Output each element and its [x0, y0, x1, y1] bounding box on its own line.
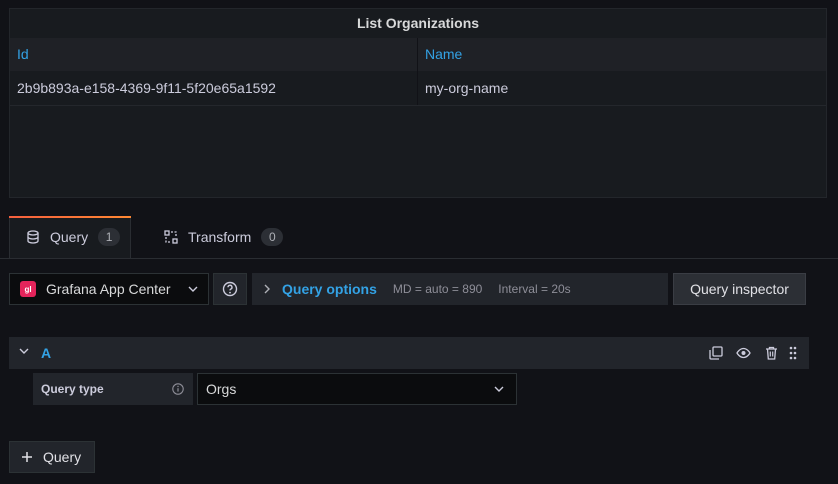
info-circle-icon[interactable]: [172, 383, 184, 395]
table-panel: List Organizations Id Name 2b9b893a-e158…: [9, 8, 827, 198]
question-circle-icon: [222, 281, 238, 297]
chevron-down-icon: [494, 386, 504, 392]
query-row-header: A: [9, 337, 809, 369]
cell-name: my-org-name: [425, 80, 509, 96]
column-header-name[interactable]: Name: [425, 38, 462, 71]
datasource-name: Grafana App Center: [46, 281, 171, 297]
query-options[interactable]: Query options MD = auto = 890 Interval =…: [252, 273, 668, 305]
duplicate-query-icon[interactable]: [709, 346, 723, 360]
query-type-label-text: Query type: [41, 382, 104, 396]
drag-handle-icon[interactable]: [789, 346, 797, 360]
max-data-points-info: MD = auto = 890: [392, 282, 483, 296]
database-icon: [26, 230, 40, 244]
tab-transform[interactable]: Transform 0: [147, 216, 297, 258]
cell-id: 2b9b893a-e158-4369-9f11-5f20e65a1592: [17, 80, 276, 96]
toggle-visibility-eye-icon[interactable]: [736, 346, 751, 360]
plus-icon: [21, 451, 33, 463]
add-query-label: Query: [43, 449, 82, 465]
tab-query-count: 1: [98, 228, 121, 246]
column-header-id[interactable]: Id: [17, 38, 29, 71]
tab-transform-label: Transform: [188, 229, 252, 245]
datasource-picker[interactable]: gl Grafana App Center: [9, 273, 209, 305]
tab-query[interactable]: Query 1: [9, 216, 131, 258]
tabs-divider: [0, 258, 838, 259]
query-type-select[interactable]: Orgs: [197, 373, 517, 405]
query-ref-id[interactable]: A: [41, 345, 51, 361]
tab-query-label: Query: [50, 229, 89, 245]
table-header: Id Name: [10, 38, 826, 71]
query-options-label: Query options: [282, 281, 377, 297]
datasource-help-button[interactable]: [213, 273, 247, 305]
interval-info: Interval = 20s: [498, 282, 571, 296]
chevron-down-icon: [188, 286, 198, 292]
collapse-chevron-icon[interactable]: [19, 348, 29, 354]
add-query-button[interactable]: Query: [9, 441, 95, 473]
delete-query-trash-icon[interactable]: [765, 346, 778, 360]
query-type-label: Query type: [33, 373, 193, 405]
datasource-logo-icon: gl: [20, 281, 36, 297]
table-row: 2b9b893a-e158-4369-9f11-5f20e65a1592 my-…: [10, 71, 826, 106]
tab-transform-count: 0: [261, 228, 284, 246]
panel-title[interactable]: List Organizations: [10, 9, 826, 38]
transform-icon: [164, 230, 178, 244]
query-inspector-button[interactable]: Query inspector: [673, 273, 806, 305]
chevron-right-icon: [264, 284, 270, 294]
query-type-value: Orgs: [206, 381, 237, 397]
